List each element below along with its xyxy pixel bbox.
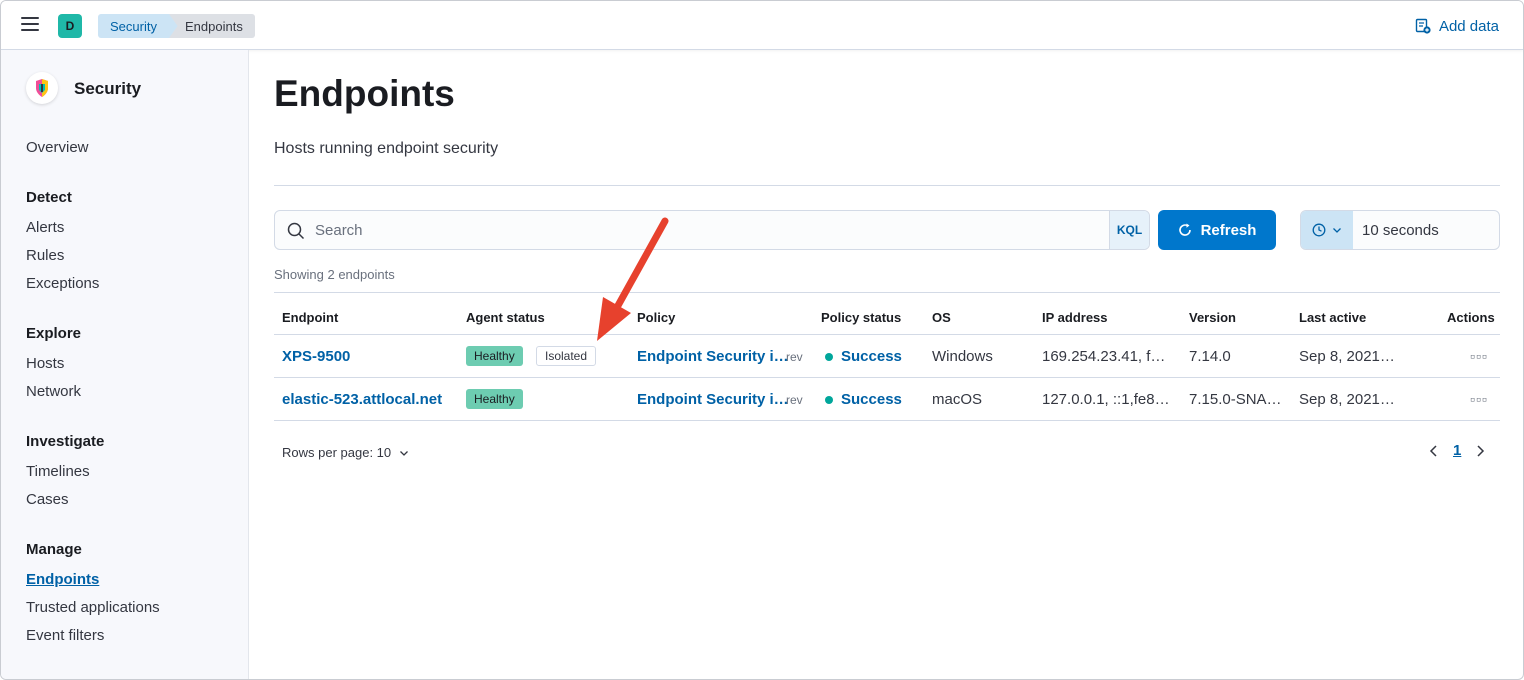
sidebar-group-detect: Detect bbox=[26, 189, 72, 206]
sidebar-group-explore: Explore bbox=[26, 325, 82, 342]
chevron-down-icon bbox=[400, 450, 409, 456]
sidebar-group-investigate: Investigate bbox=[26, 433, 105, 450]
pagination: 1 bbox=[1429, 442, 1485, 459]
success-status-dot bbox=[825, 396, 833, 404]
add-data-button[interactable]: Add data bbox=[1415, 15, 1499, 37]
column-header-agent-status[interactable]: Agent status bbox=[466, 310, 545, 325]
policy-link[interactable]: Endpoint Security i… bbox=[637, 391, 789, 408]
policy-revision: rev bbox=[786, 350, 803, 364]
breadcrumb-security[interactable]: Security bbox=[98, 14, 180, 38]
os-value: Windows bbox=[932, 348, 993, 365]
last-active-value: Sep 8, 2021… bbox=[1299, 391, 1395, 408]
column-header-last-active[interactable]: Last active bbox=[1299, 310, 1366, 325]
interval-toggle-button[interactable] bbox=[1301, 211, 1353, 249]
policy-revision: rev bbox=[786, 393, 803, 407]
row-actions-icon[interactable]: ▫▫▫ bbox=[1470, 391, 1488, 407]
next-page-icon[interactable] bbox=[1475, 444, 1485, 458]
endpoints-table: Endpoint Agent status Policy Policy stat… bbox=[274, 292, 1500, 421]
sidebar-item-trusted-applications[interactable]: Trusted applications bbox=[26, 599, 160, 616]
column-header-policy-status[interactable]: Policy status bbox=[821, 310, 901, 325]
search-bar: KQL bbox=[274, 210, 1150, 250]
rows-per-page-label: Rows per page: 10 bbox=[282, 445, 392, 460]
search-icon bbox=[287, 222, 305, 240]
kql-toggle-button[interactable]: KQL bbox=[1109, 211, 1149, 249]
refresh-button[interactable]: Refresh bbox=[1158, 210, 1276, 250]
agent-status-badge: Healthy bbox=[466, 346, 523, 366]
page-title: Endpoints bbox=[274, 73, 455, 114]
success-status-dot bbox=[825, 353, 833, 361]
version-value: 7.15.0-SNA… bbox=[1189, 391, 1282, 408]
add-data-label: Add data bbox=[1438, 17, 1499, 35]
menu-toggle-icon[interactable] bbox=[21, 17, 39, 33]
sidebar-item-event-filters[interactable]: Event filters bbox=[26, 627, 104, 644]
column-header-actions: Actions bbox=[1447, 310, 1495, 325]
table-header: Endpoint Agent status Policy Policy stat… bbox=[274, 292, 1500, 335]
rows-per-page-selector[interactable]: Rows per page: 10 bbox=[282, 445, 409, 460]
table-row: XPS-9500 Healthy Isolated Endpoint Secur… bbox=[274, 335, 1500, 378]
row-actions-icon[interactable]: ▫▫▫ bbox=[1470, 348, 1488, 364]
sidebar-item-cases[interactable]: Cases bbox=[26, 491, 69, 508]
previous-page-icon[interactable] bbox=[1429, 444, 1439, 458]
sidebar-item-endpoints[interactable]: Endpoints bbox=[26, 571, 99, 588]
sidebar-item-timelines[interactable]: Timelines bbox=[26, 463, 90, 480]
sidebar: Security Overview Detect Alerts Rules Ex… bbox=[1, 50, 249, 679]
os-value: macOS bbox=[932, 391, 983, 408]
column-header-os[interactable]: OS bbox=[932, 310, 951, 325]
endpoint-link[interactable]: XPS-9500 bbox=[282, 348, 350, 365]
results-count: Showing 2 endpoints bbox=[274, 267, 395, 282]
refresh-label: Refresh bbox=[1200, 221, 1257, 239]
agent-status-badge: Healthy bbox=[466, 389, 523, 409]
search-input[interactable] bbox=[275, 211, 1109, 249]
refresh-icon bbox=[1178, 223, 1191, 236]
space-avatar[interactable]: D bbox=[58, 14, 82, 38]
policy-status-link[interactable]: Success bbox=[841, 391, 902, 408]
app-window: D Security Endpoints Add data Security O… bbox=[0, 0, 1524, 680]
sidebar-item-overview[interactable]: Overview bbox=[26, 139, 89, 156]
ip-address-value: 169.254.23.41, f… bbox=[1042, 348, 1166, 365]
last-active-value: Sep 8, 2021… bbox=[1299, 348, 1395, 365]
chevron-down-icon bbox=[1333, 228, 1341, 233]
security-logo-icon bbox=[26, 72, 58, 104]
sidebar-item-network[interactable]: Network bbox=[26, 383, 81, 400]
add-data-icon bbox=[1415, 18, 1431, 34]
table-row: elastic-523.attlocal.net Healthy Endpoin… bbox=[274, 378, 1500, 421]
sidebar-group-manage: Manage bbox=[26, 541, 82, 558]
version-value: 7.14.0 bbox=[1189, 348, 1231, 365]
sidebar-item-exceptions[interactable]: Exceptions bbox=[26, 275, 99, 292]
column-header-ip-address[interactable]: IP address bbox=[1042, 310, 1108, 325]
breadcrumb-endpoints: Endpoints bbox=[169, 14, 255, 38]
sidebar-item-hosts[interactable]: Hosts bbox=[26, 355, 64, 372]
policy-link[interactable]: Endpoint Security i… bbox=[637, 348, 789, 365]
column-header-version[interactable]: Version bbox=[1189, 310, 1236, 325]
divider bbox=[274, 185, 1500, 186]
column-header-policy[interactable]: Policy bbox=[637, 310, 675, 325]
clock-icon bbox=[1312, 223, 1326, 237]
page-description: Hosts running endpoint security bbox=[274, 140, 499, 157]
sidebar-item-alerts[interactable]: Alerts bbox=[26, 219, 64, 236]
column-header-endpoint[interactable]: Endpoint bbox=[282, 310, 338, 325]
top-header: D Security Endpoints Add data bbox=[1, 1, 1523, 50]
endpoint-link[interactable]: elastic-523.attlocal.net bbox=[282, 391, 442, 408]
sidebar-item-rules[interactable]: Rules bbox=[26, 247, 64, 264]
ip-address-value: 127.0.0.1, ::1,fe8… bbox=[1042, 391, 1170, 408]
refresh-interval-picker: 10 seconds bbox=[1300, 210, 1500, 250]
interval-value[interactable]: 10 seconds bbox=[1353, 222, 1439, 239]
policy-status-link[interactable]: Success bbox=[841, 348, 902, 365]
sidebar-title: Security bbox=[74, 79, 142, 98]
page-number-button[interactable]: 1 bbox=[1453, 442, 1461, 459]
isolated-badge: Isolated bbox=[536, 346, 597, 366]
